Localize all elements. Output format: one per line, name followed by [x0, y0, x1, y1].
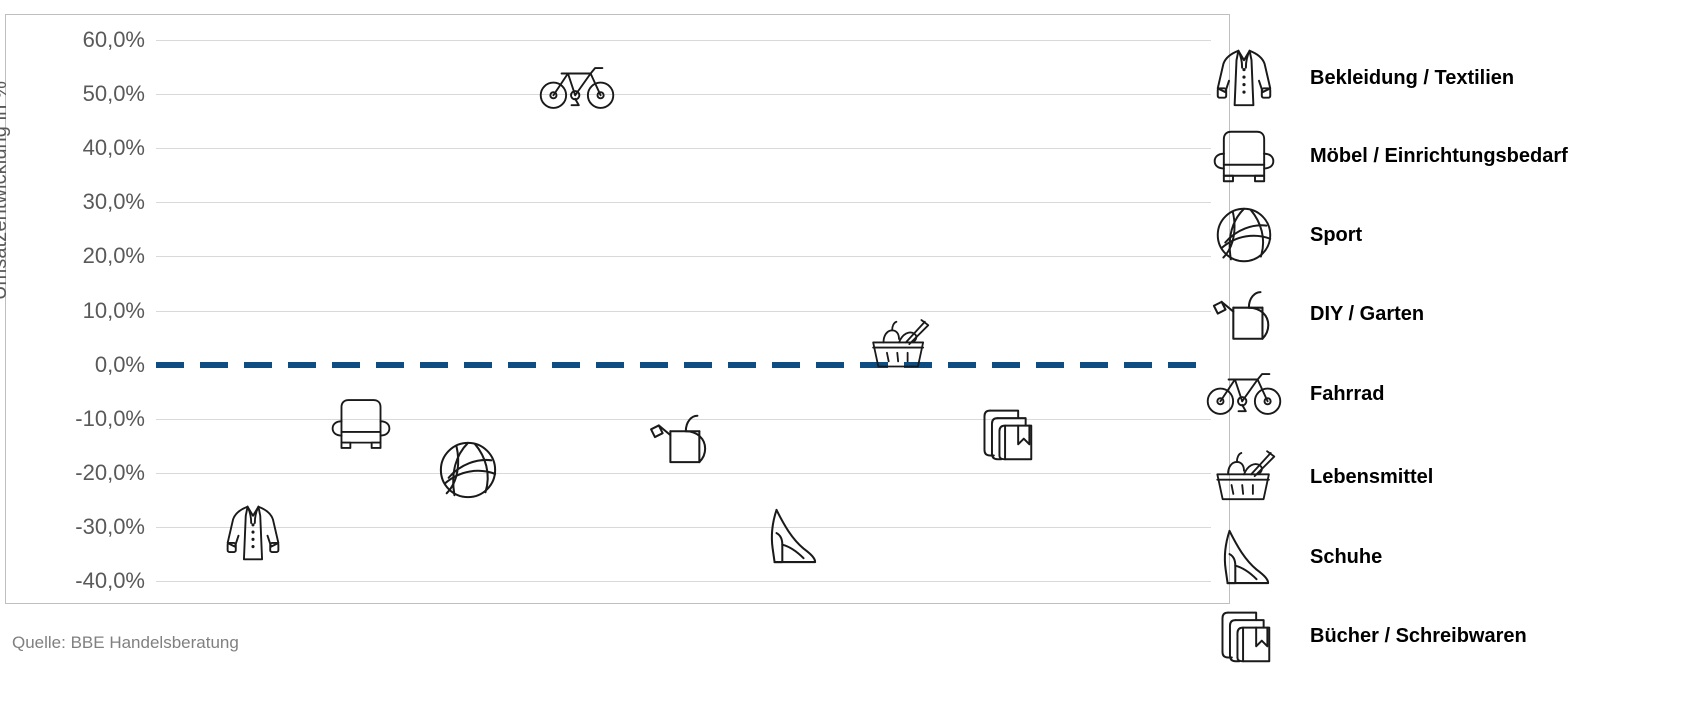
basket-icon [1196, 433, 1292, 521]
gridline [156, 526, 1211, 528]
legend: Bekleidung / Textilien Möbel / Einrichtu… [1196, 14, 1696, 674]
legend-item-label: Fahrrad [1310, 382, 1385, 405]
bicycle-icon [1196, 350, 1292, 438]
gridline [156, 40, 1211, 41]
gridline [156, 148, 1211, 150]
y-axis-tick-label: 60,0% [82, 27, 145, 52]
gridline [156, 310, 1211, 312]
gridline [156, 581, 1211, 582]
gridline [156, 256, 1211, 258]
gridline [156, 94, 1211, 96]
legend-item-label: Bekleidung / Textilien [1310, 66, 1515, 89]
legend-item-label: Bücher / Schreibwaren [1310, 624, 1527, 647]
legend-item-label: Sport [1310, 223, 1363, 246]
books-icon [1196, 592, 1292, 680]
legend-item-label: Möbel / Einrichtungsbedarf [1310, 144, 1568, 167]
plot-area [5, 14, 1230, 604]
chart-page: 60,0% 50,0% 40,0% 30,0% 20,0% 10,0% 0,0% -10,0%… [0, 0, 1701, 728]
y-axis-tick-label: -10,0% [75, 405, 145, 431]
y-axis-tick-label: -40,0% [75, 568, 145, 593]
data-point-highheel-icon [763, 506, 819, 566]
y-axis-tick-label: 10,0% [82, 297, 145, 323]
armchair-icon [1196, 112, 1292, 200]
y-axis-tick-label: -20,0% [75, 459, 145, 485]
data-point-coat-icon [224, 501, 282, 565]
legend-item-label: DIY / Garten [1310, 302, 1425, 325]
source-caption: Quelle: BBE Handelsberatung [12, 633, 239, 652]
y-axis-tick-label: 50,0% [82, 81, 145, 107]
data-point-books-icon [975, 405, 1037, 463]
gridline [156, 202, 1211, 204]
legend-item[interactable]: DIY / Garten [1196, 268, 1696, 360]
y-axis-title: Umsatzentwicklung in % [0, 81, 11, 300]
legend-item-label: Schuhe [1310, 545, 1383, 568]
legend-item[interactable]: Fahrrad [1196, 348, 1696, 440]
data-point-watering-can-icon [647, 410, 715, 466]
data-point-volleyball-icon [437, 439, 499, 501]
y-axis-tick-label: 40,0% [82, 135, 145, 161]
y-axis-tick-label: 20,0% [82, 243, 145, 269]
coat-icon [1196, 34, 1292, 122]
volleyball-icon [1196, 191, 1292, 279]
y-axis-tick-label: 30,0% [82, 189, 145, 215]
y-axis-tick-label: 0,0% [94, 351, 145, 377]
legend-item[interactable]: Bücher / Schreibwaren [1196, 590, 1696, 682]
gridline [156, 472, 1211, 474]
highheel-icon [1196, 513, 1292, 601]
legend-item[interactable]: Lebensmittel [1196, 431, 1696, 523]
zero-reference-line [156, 361, 1211, 368]
legend-item-label: Lebensmittel [1310, 465, 1434, 488]
data-point-basket-icon [868, 318, 930, 372]
watering-can-icon [1196, 270, 1292, 358]
y-axis-tick-label: -30,0% [75, 513, 145, 539]
data-point-armchair-icon [329, 397, 393, 452]
data-point-bicycle-icon [538, 65, 616, 111]
